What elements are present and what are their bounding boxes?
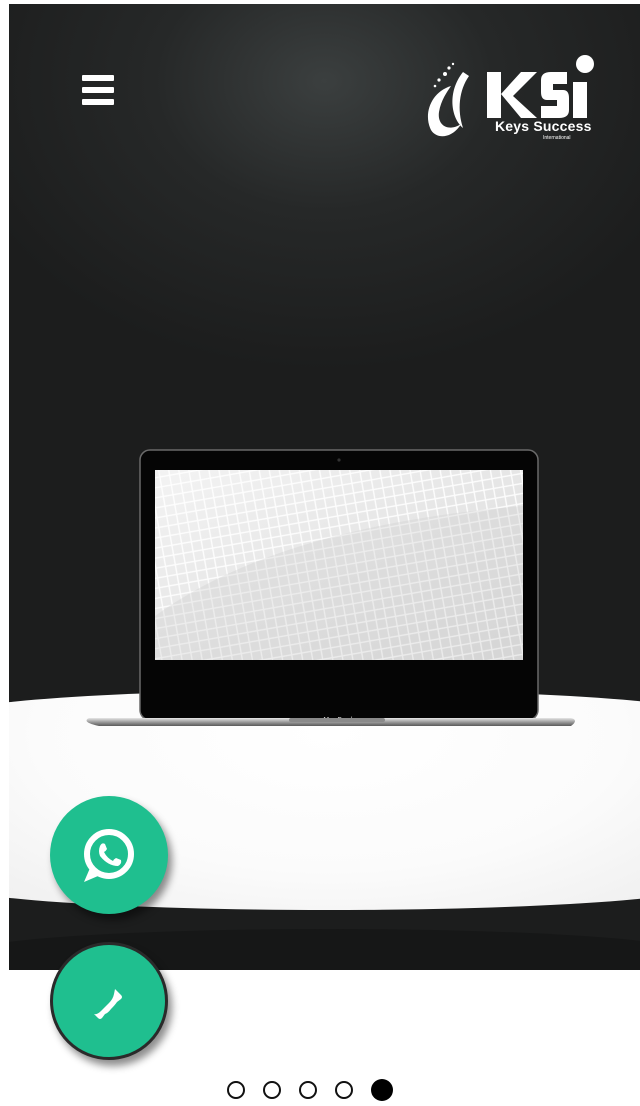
ksi-logo[interactable]: Keys Success International <box>417 52 597 150</box>
laptop-image: MacBook <box>86 449 576 726</box>
phone-icon <box>94 989 122 1019</box>
carousel-dot-2[interactable] <box>263 1081 281 1099</box>
carousel-dot-1[interactable] <box>227 1081 245 1099</box>
call-button[interactable] <box>50 942 168 1060</box>
hamburger-menu-icon[interactable] <box>80 70 116 110</box>
carousel-dot-4[interactable] <box>335 1081 353 1099</box>
carousel-dot-5-active[interactable] <box>371 1079 393 1101</box>
carousel-dots <box>227 1079 433 1105</box>
logo-tagline: Keys Success <box>495 118 592 134</box>
whatsapp-icon <box>84 829 134 882</box>
logo-subtagline: International <box>543 135 571 141</box>
whatsapp-button[interactable] <box>50 796 168 914</box>
carousel-dot-3[interactable] <box>299 1081 317 1099</box>
